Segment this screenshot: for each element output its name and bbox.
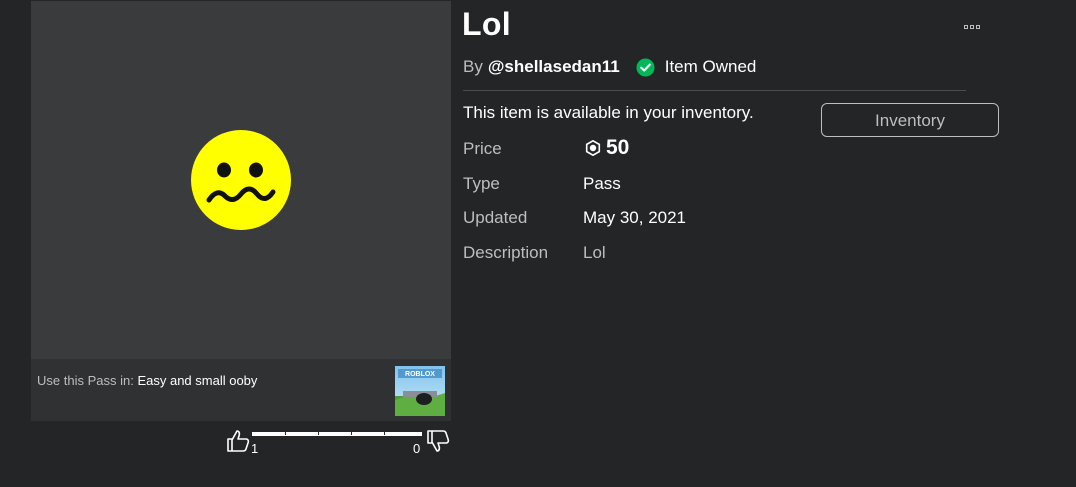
description-label: Description bbox=[463, 243, 549, 262]
type-value: Pass bbox=[583, 174, 621, 193]
robux-icon bbox=[585, 140, 601, 156]
item-thumbnail bbox=[31, 1, 451, 359]
more-options-icon[interactable] bbox=[962, 20, 986, 34]
by-label: By bbox=[463, 57, 483, 76]
price-label: Price bbox=[463, 139, 502, 158]
thumbs-up-icon[interactable] bbox=[225, 428, 251, 454]
vote-bar-tick bbox=[318, 432, 319, 435]
vote-bar-tick bbox=[351, 432, 352, 435]
inventory-button[interactable]: Inventory bbox=[821, 103, 999, 137]
price-value: 50 bbox=[585, 136, 629, 160]
updated-value: May 30, 2021 bbox=[583, 208, 687, 227]
game-thumbnail-logo: ROBLOX bbox=[405, 371, 435, 378]
upvote-count: 1 bbox=[251, 441, 259, 456]
vote-bar-tick bbox=[285, 432, 286, 435]
item-title: Lol bbox=[462, 6, 511, 42]
item-owned-label: Item Owned bbox=[664, 57, 757, 76]
vote-ratio-bar bbox=[252, 432, 422, 436]
downvote-count: 0 bbox=[413, 441, 421, 456]
divider bbox=[463, 90, 966, 91]
confused-face-icon bbox=[191, 130, 291, 230]
check-circle-icon bbox=[636, 57, 655, 77]
thumbs-down-icon[interactable] bbox=[425, 428, 451, 454]
game-name-link[interactable]: Easy and small ooby bbox=[137, 373, 257, 388]
game-thumbnail-image: ROBLOX bbox=[395, 366, 445, 416]
type-label: Type bbox=[463, 174, 500, 193]
vote-section: 1 0 bbox=[225, 428, 451, 458]
availability-text: This item is available in your inventory… bbox=[463, 103, 754, 122]
use-pass-in-text: Use this Pass in: Easy and small ooby bbox=[37, 373, 257, 388]
vote-bar-tick bbox=[384, 432, 385, 435]
byline: By @shellasedan11 Item Owned bbox=[463, 57, 756, 77]
item-thumbnail-panel: Use this Pass in: Easy and small ooby RO… bbox=[31, 1, 451, 421]
use-pass-in-prefix: Use this Pass in: bbox=[37, 373, 134, 388]
description-value: Lol bbox=[583, 243, 606, 262]
use-pass-in-bar: Use this Pass in: Easy and small ooby RO… bbox=[31, 359, 451, 421]
price-amount: 50 bbox=[606, 136, 630, 159]
game-thumbnail[interactable]: ROBLOX bbox=[395, 366, 445, 416]
creator-link[interactable]: @shellasedan11 bbox=[488, 57, 620, 77]
updated-label: Updated bbox=[463, 208, 528, 227]
